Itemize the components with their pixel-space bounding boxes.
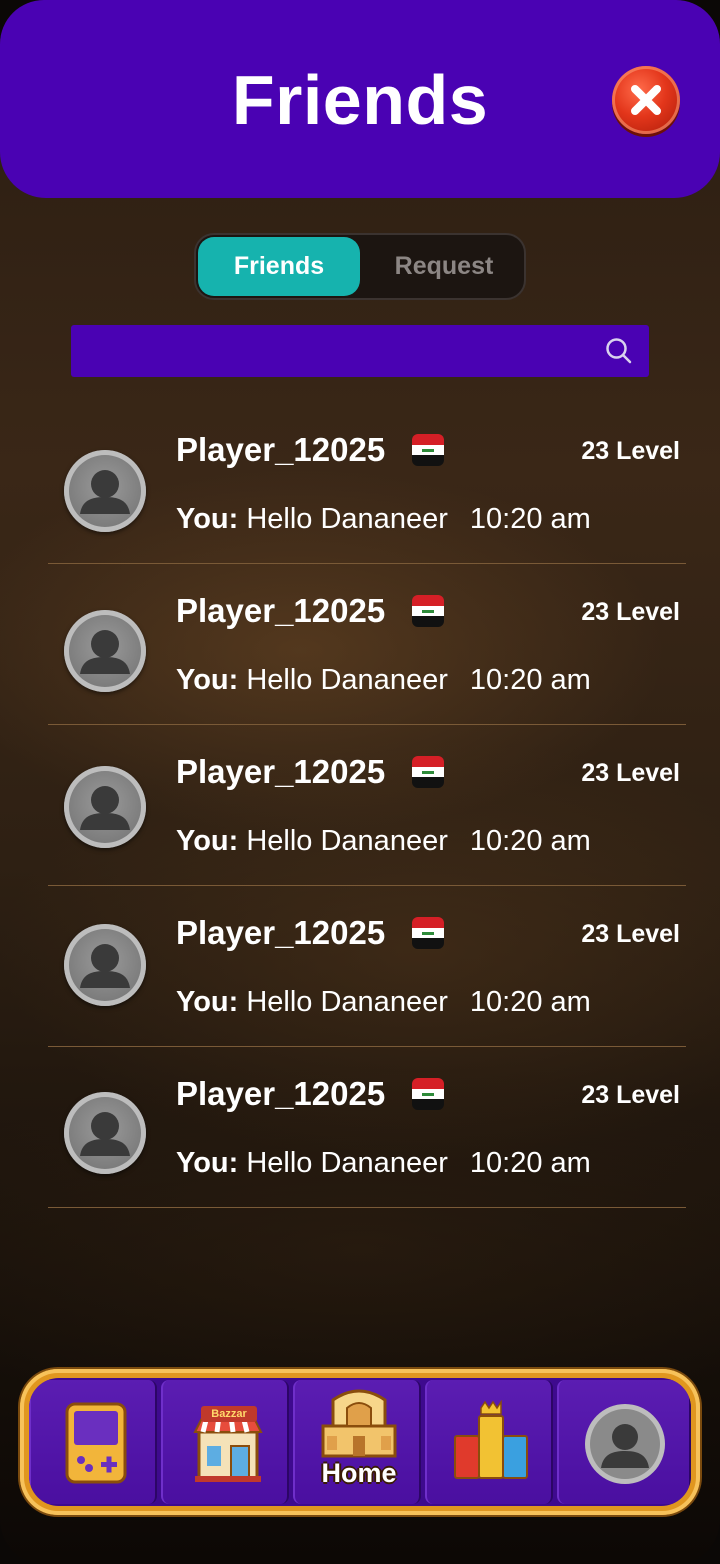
friend-row[interactable]: Player_12025 23 Level You: Hello Dananee…: [48, 725, 686, 886]
friends-screen: Friends Friends Request Player_12025 23 …: [0, 0, 720, 1564]
last-message: You: Hello Dananeer 10:20 am: [176, 986, 591, 1019]
player-name: Player_12025: [176, 753, 386, 790]
nav-profile[interactable]: [557, 1380, 691, 1504]
last-message: You: Hello Dananeer 10:20 am: [176, 825, 591, 858]
nav-games[interactable]: [29, 1380, 157, 1504]
player-level: 23 Level: [581, 1081, 680, 1109]
friend-row[interactable]: Player_12025 23 Level You: Hello Dananee…: [48, 564, 686, 725]
search-input[interactable]: [71, 325, 591, 377]
message-sender: You:: [176, 1147, 239, 1179]
message-time: 10:20 am: [469, 664, 591, 696]
game-console-icon: [65, 1402, 127, 1484]
player-level: 23 Level: [581, 920, 680, 948]
player-avatar-icon[interactable]: [64, 610, 146, 692]
player-avatar-icon[interactable]: [64, 766, 146, 848]
message-time: 10:20 am: [469, 986, 591, 1018]
friend-row[interactable]: Player_12025 23 Level You: Hello Dananee…: [48, 1047, 686, 1208]
home-building-icon: [321, 1389, 397, 1458]
player-avatar-icon[interactable]: [64, 924, 146, 1006]
last-message: You: Hello Dananeer 10:20 am: [176, 1147, 591, 1180]
iraq-flag-icon: [412, 434, 444, 466]
player-level: 23 Level: [581, 759, 680, 787]
message-sender: You:: [176, 825, 239, 857]
leaderboard-podium-icon: [454, 1400, 528, 1479]
tab-request[interactable]: Request: [364, 237, 524, 296]
message-sender: You:: [176, 664, 239, 696]
bottom-nav: Bazzar Home: [20, 1369, 700, 1515]
nav-home[interactable]: Home: [293, 1380, 421, 1504]
message-text: Hello Dananeer: [246, 1147, 448, 1179]
nav-leaderboard[interactable]: [425, 1380, 553, 1504]
player-name: Player_12025: [176, 592, 386, 629]
message-time: 10:20 am: [469, 825, 591, 857]
nav-bazaar[interactable]: Bazzar: [161, 1380, 289, 1504]
header-bar: Friends: [0, 0, 720, 198]
player-name: Player_12025: [176, 431, 386, 468]
iraq-flag-icon: [412, 1078, 444, 1110]
close-button[interactable]: [612, 66, 680, 134]
bottom-nav-tray: Bazzar Home: [29, 1378, 691, 1506]
message-text: Hello Dananeer: [246, 664, 448, 696]
message-text: Hello Dananeer: [246, 825, 448, 857]
tab-friends[interactable]: Friends: [198, 237, 360, 296]
profile-avatar-icon: [585, 1404, 665, 1484]
search-bar: [71, 325, 649, 377]
nav-home-label: Home: [321, 1458, 397, 1488]
iraq-flag-icon: [412, 595, 444, 627]
message-text: Hello Dananeer: [246, 503, 448, 535]
last-message: You: Hello Dananeer 10:20 am: [176, 664, 591, 697]
close-x-icon: [631, 85, 661, 115]
player-name: Player_12025: [176, 1075, 386, 1112]
bazaar-sign: Bazzar: [201, 1406, 257, 1422]
message-sender: You:: [176, 986, 239, 1018]
friends-request-toggle: Friends Request: [194, 233, 526, 300]
player-avatar-icon[interactable]: [64, 450, 146, 532]
message-time: 10:20 am: [469, 1147, 591, 1179]
iraq-flag-icon: [412, 756, 444, 788]
search-icon[interactable]: [604, 336, 634, 366]
player-avatar-icon[interactable]: [64, 1092, 146, 1174]
message-sender: You:: [176, 503, 239, 535]
message-time: 10:20 am: [469, 503, 591, 535]
message-text: Hello Dananeer: [246, 986, 448, 1018]
iraq-flag-icon: [412, 917, 444, 949]
player-level: 23 Level: [581, 437, 680, 465]
player-name: Player_12025: [176, 914, 386, 951]
player-level: 23 Level: [581, 598, 680, 626]
friend-row[interactable]: Player_12025 23 Level You: Hello Dananee…: [48, 403, 686, 564]
friend-row[interactable]: Player_12025 23 Level You: Hello Dananee…: [48, 886, 686, 1047]
last-message: You: Hello Dananeer 10:20 am: [176, 503, 591, 536]
